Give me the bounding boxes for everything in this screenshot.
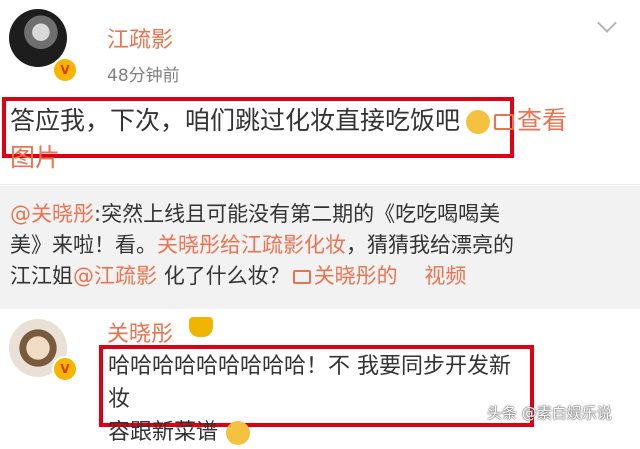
repost-line-text: :突然上线且可能没有第二期的《吃吃喝喝美 (94, 202, 501, 226)
repost-line: 美》来啦！看。关晓彤给江疏影化妆，猜猜我给漂亮的 (10, 230, 630, 261)
divider (0, 184, 640, 185)
video-icon (292, 270, 311, 284)
post-timestamp: 48分钟前 (107, 66, 180, 86)
watermark: 头条 @素白娱乐说 (487, 404, 612, 422)
post-text: 答应我，下次，咱们跳过化妆直接吃饭吧 查看 (10, 103, 630, 138)
post-text-line1: 答应我，下次，咱们跳过化妆直接吃饭吧 (10, 106, 461, 135)
author-name[interactable]: 江疏影 (107, 22, 173, 54)
repost-line-text: ，猜猜我给漂亮的 (346, 233, 514, 257)
mention-link[interactable]: @江疏影 (73, 264, 157, 288)
relieved-face-icon (226, 421, 251, 445)
comment-text-line2: 容跟新菜谱 (108, 420, 219, 445)
repost-text: @关晓彤:突然上线且可能没有第二期的《吃吃喝喝美 美》来啦！看。关晓彤给江疏影化… (10, 199, 630, 292)
view-image-link[interactable]: 查看 (494, 106, 567, 135)
topic-link[interactable]: 关晓彤给江疏影化妆 (157, 233, 346, 257)
repost-line-text: 美》来啦！看。 (10, 233, 157, 257)
crown-icon (189, 317, 213, 337)
comment-text: 哈哈哈哈哈哈哈哈哈！不 我要同步开发新妆 容跟新菜谱 (108, 350, 528, 449)
comment-text-line1: 哈哈哈哈哈哈哈哈哈！不 我要同步开发新妆 (108, 354, 511, 412)
mention-link[interactable]: @关晓彤 (10, 202, 94, 226)
repost-line-text: 江江姐 (10, 264, 73, 288)
repost-line: 江江姐@江疏影 化了什么妆？ 关晓彤的 视频 (10, 261, 630, 292)
repost-line: @关晓彤:突然上线且可能没有第二期的《吃吃喝喝美 (10, 199, 630, 230)
video-link[interactable]: 关晓彤的 视频 (290, 264, 466, 288)
comment-author-name[interactable]: 关晓彤 (107, 316, 173, 348)
smiling-face-icon (466, 110, 491, 134)
verified-badge-icon: V (52, 356, 78, 382)
view-image-link-continued[interactable]: 图片 (10, 138, 60, 174)
repost-line-text: 化了什么妆？ (163, 264, 290, 288)
image-icon (494, 114, 515, 130)
verified-badge-icon: V (52, 57, 78, 83)
